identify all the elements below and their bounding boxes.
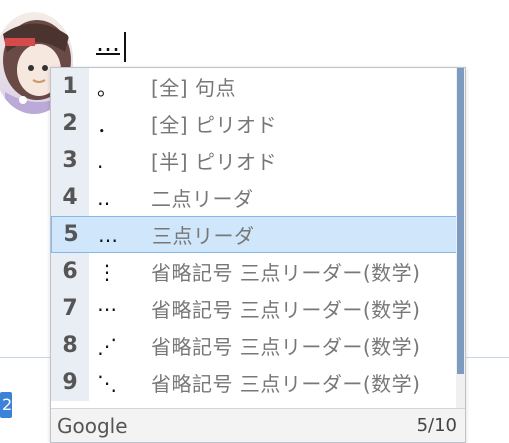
candidate-row[interactable]: 1 。 [全] 句点 xyxy=(51,68,457,105)
candidate-index: 6 xyxy=(51,253,89,290)
candidate-text: ⋯ xyxy=(97,296,117,321)
candidate-row[interactable]: 9 ⋱ 省略記号 三点リーダー(数学) xyxy=(51,364,457,401)
candidate-row[interactable]: 3 . [半] ピリオド xyxy=(51,142,457,179)
candidate-index: 9 xyxy=(51,364,89,401)
candidate-index: 5 xyxy=(63,222,79,247)
candidate-text: ‥ xyxy=(97,185,111,210)
text-caret xyxy=(124,32,126,62)
candidate-description: 省略記号 三点リーダー(数学) xyxy=(151,335,421,359)
candidate-description: 省略記号 三点リーダー(数学) xyxy=(151,372,421,396)
candidate-text: ⋮ xyxy=(97,259,117,284)
ime-footer: Google 5/10 xyxy=(51,408,465,442)
candidate-row[interactable]: 6 ⋮ 省略記号 三点リーダー(数学) xyxy=(51,253,457,290)
candidate-row[interactable]: 2 ． [全] ピリオド xyxy=(51,105,457,142)
candidate-text: . xyxy=(97,148,104,173)
candidate-index: 1 xyxy=(51,68,89,105)
candidate-row[interactable]: 8 ⋰ 省略記号 三点リーダー(数学) xyxy=(51,327,457,364)
candidate-index: 8 xyxy=(51,327,89,364)
candidate-text: ⋱ xyxy=(97,370,117,395)
candidate-description: [半] ピリオド xyxy=(151,150,277,174)
candidate-text: ． xyxy=(97,113,117,137)
candidate-row[interactable]: 7 ⋯ 省略記号 三点リーダー(数学) xyxy=(51,290,457,327)
candidate-description: [全] 句点 xyxy=(151,76,236,100)
scrollbar-thumb[interactable] xyxy=(457,68,464,374)
candidate-index: 2 xyxy=(51,105,89,142)
ime-candidate-window: 1 。 [全] 句点 2 ． [全] ピリオド 3 . [半] ピリオド 4 ‥… xyxy=(50,67,466,443)
badge-label: 2 xyxy=(2,395,13,414)
candidate-description: [全] ピリオド xyxy=(151,113,277,137)
candidate-description: 省略記号 三点リーダー(数学) xyxy=(151,298,421,322)
candidate-description: 省略記号 三点リーダー(数学) xyxy=(151,261,421,285)
candidate-index: 3 xyxy=(51,142,89,179)
candidate-text: ⋰ xyxy=(97,333,117,358)
candidate-text: 。 xyxy=(97,76,117,100)
badge-icon[interactable]: 2 xyxy=(0,392,12,418)
candidate-scrollbar[interactable] xyxy=(456,68,465,408)
candidate-row-selected[interactable]: 5 … 三点リーダ xyxy=(51,216,457,253)
candidate-index: 4 xyxy=(51,179,89,216)
candidate-description: 二点リーダ xyxy=(151,187,254,211)
candidate-description: 三点リーダ xyxy=(152,224,255,248)
composer-text[interactable]: … xyxy=(96,28,120,58)
candidate-row[interactable]: 4 ‥ 二点リーダ xyxy=(51,179,457,216)
candidate-page-indicator: 5/10 xyxy=(416,415,457,436)
candidate-list: 1 。 [全] 句点 2 ． [全] ピリオド 3 . [半] ピリオド 4 ‥… xyxy=(51,68,457,408)
ime-brand: Google xyxy=(57,413,128,438)
candidate-text: … xyxy=(98,222,118,247)
candidate-index: 7 xyxy=(51,290,89,327)
screen: … 2 1 。 [全] 句点 2 ． [全] ピリオド 3 . [半] ピリオド xyxy=(0,0,509,443)
